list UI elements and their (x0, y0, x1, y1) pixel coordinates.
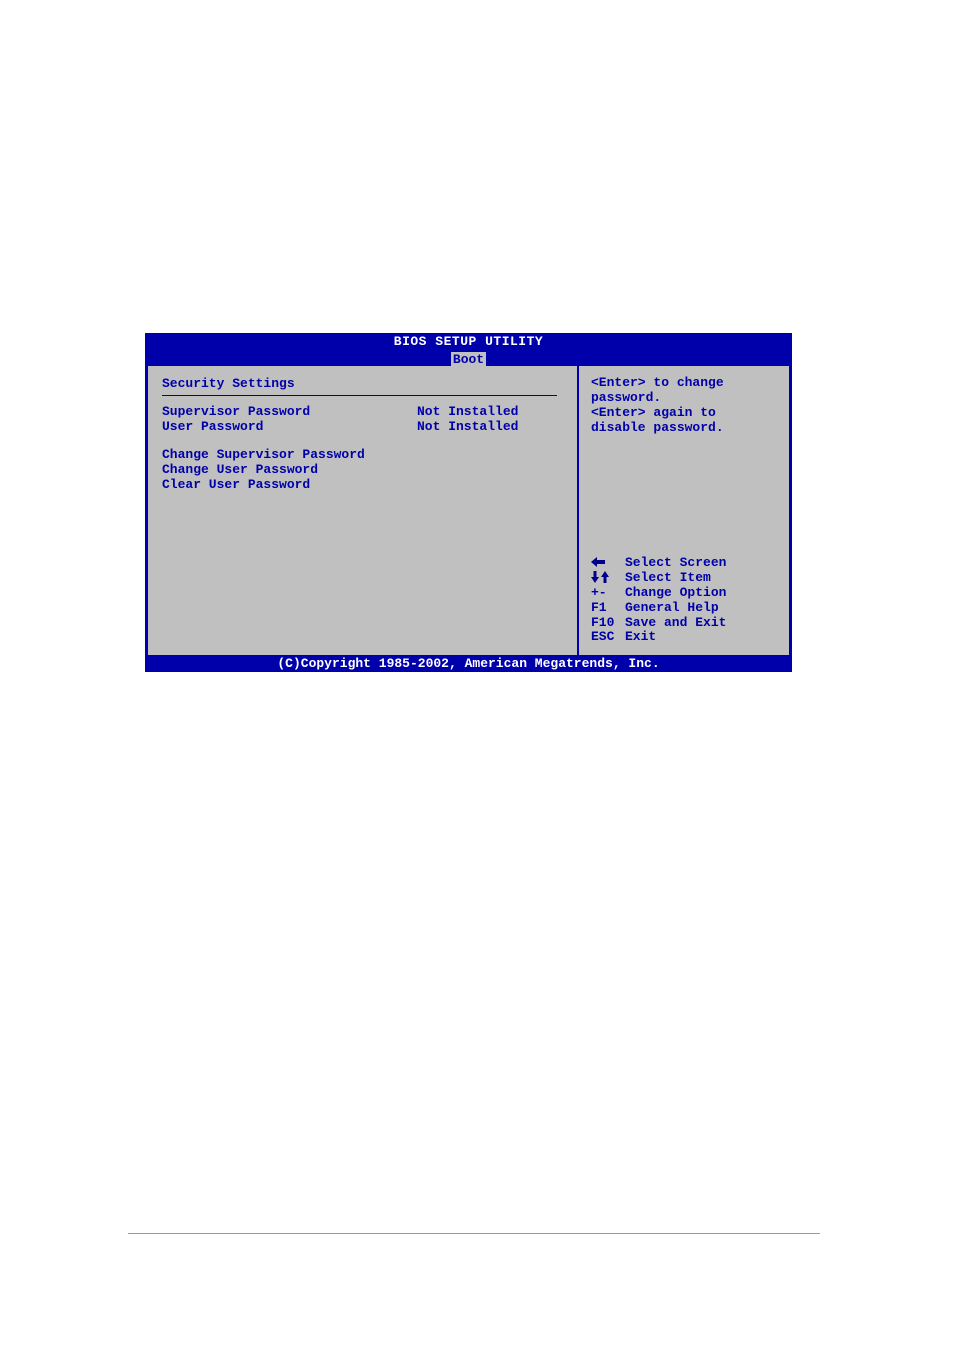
setting-user-password[interactable]: User Password Not Installed (162, 419, 563, 434)
key-label: Save and Exit (625, 616, 779, 631)
plus-minus-icon: +- (591, 586, 625, 601)
bios-setup-window: BIOS SETUP UTILITY Boot Security Setting… (145, 333, 792, 672)
setting-value: Not Installed (417, 419, 563, 434)
key-row-select-screen: Select Screen (591, 556, 779, 571)
spacer (162, 434, 563, 447)
action-change-user-password[interactable]: Change User Password (162, 462, 563, 477)
key-label: Exit (625, 630, 779, 645)
help-panel: <Enter> to change password. <Enter> agai… (579, 366, 789, 655)
help-text: <Enter> to change password. <Enter> agai… (591, 376, 779, 436)
f10-key: F10 (591, 616, 625, 631)
key-help: Select Screen Select Item +- Change Opti… (591, 556, 779, 646)
tab-bar: Boot (145, 350, 792, 366)
setting-value: Not Installed (417, 404, 563, 419)
section-divider (162, 395, 557, 396)
page-divider (128, 1233, 820, 1234)
setting-supervisor-password[interactable]: Supervisor Password Not Installed (162, 404, 563, 419)
esc-key: ESC (591, 630, 625, 645)
section-title: Security Settings (162, 376, 563, 391)
key-row-select-item: Select Item (591, 571, 779, 586)
settings-panel: Security Settings Supervisor Password No… (148, 366, 579, 655)
help-line: <Enter> to change (591, 376, 779, 391)
setting-label: Supervisor Password (162, 404, 417, 419)
footer-bar: (C)Copyright 1985-2002, American Megatre… (145, 655, 792, 672)
left-arrow-icon (591, 556, 625, 571)
key-label: Select Screen (625, 556, 779, 571)
key-label: General Help (625, 601, 779, 616)
help-line: disable password. (591, 421, 779, 436)
tab-boot[interactable]: Boot (451, 352, 486, 368)
setting-label: User Password (162, 419, 417, 434)
updown-arrow-icon (591, 571, 625, 586)
key-row-general-help: F1 General Help (591, 601, 779, 616)
action-change-supervisor-password[interactable]: Change Supervisor Password (162, 447, 563, 462)
help-line: <Enter> again to (591, 406, 779, 421)
key-label: Select Item (625, 571, 779, 586)
action-clear-user-password[interactable]: Clear User Password (162, 477, 563, 492)
help-line: password. (591, 391, 779, 406)
key-row-change-option: +- Change Option (591, 586, 779, 601)
key-label: Change Option (625, 586, 779, 601)
key-row-save-exit: F10 Save and Exit (591, 616, 779, 631)
f1-key: F1 (591, 601, 625, 616)
key-row-exit: ESC Exit (591, 630, 779, 645)
content-area: Security Settings Supervisor Password No… (145, 366, 792, 655)
title-bar: BIOS SETUP UTILITY (145, 333, 792, 350)
